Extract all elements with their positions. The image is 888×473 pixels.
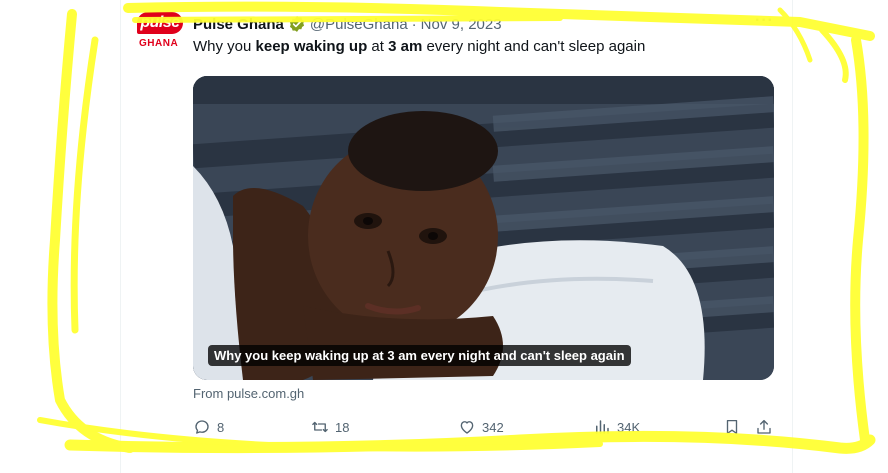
tweet-text-bold: keep waking up [255, 38, 368, 55]
verified-badge-icon [289, 16, 304, 32]
share-icon [757, 419, 771, 434]
action-bar: 8 18 342 34K [193, 418, 778, 440]
handle[interactable]: @PulseGhana [310, 16, 408, 33]
like-button[interactable]: 342 [458, 418, 504, 436]
views-chart-icon [596, 420, 609, 434]
tweet-text-part: every night and can't sleep again [422, 38, 646, 55]
views-count: 34K [617, 419, 641, 435]
repost-count: 18 [335, 419, 350, 435]
avatar[interactable]: pulse GHANA [137, 12, 185, 54]
repost-icon [312, 421, 328, 433]
tweet-text-bold: 3 am [388, 38, 423, 55]
bookmark-icon [726, 419, 738, 435]
woman-lying-in-bed-photo [193, 76, 774, 380]
card-border-left [120, 0, 121, 473]
heart-icon [460, 421, 474, 434]
tweet-screenshot: pulse GHANA Pulse Ghana @PulseGhana · No… [0, 0, 888, 473]
media-caption: Why you keep waking up at 3 am every nig… [208, 345, 631, 366]
tweet-text-part: Why you [193, 38, 256, 55]
display-name[interactable]: Pulse Ghana [193, 16, 284, 33]
tweet-header: Pulse Ghana @PulseGhana · Nov 9, 2023 [193, 13, 502, 35]
tweet-text: Why you keep waking up at 3 am every nig… [193, 38, 645, 55]
reply-icon [195, 420, 209, 434]
tweet-text-part: at [367, 38, 389, 55]
share-button[interactable] [755, 418, 779, 436]
separator-dot: · [411, 15, 417, 33]
card-border-right [792, 0, 793, 473]
avatar-logo-pulse: pulse [137, 12, 183, 34]
link-card-image[interactable] [193, 76, 774, 380]
reply-count: 8 [217, 419, 225, 435]
repost-button[interactable]: 18 [311, 418, 349, 436]
views-button[interactable]: 34K [593, 418, 640, 436]
tweet-date[interactable]: Nov 9, 2023 [421, 16, 502, 33]
link-source[interactable]: From pulse.com.gh [193, 386, 304, 401]
more-options-icon[interactable]: ··· [755, 12, 774, 30]
reply-button[interactable]: 8 [193, 418, 224, 436]
like-count: 342 [482, 419, 504, 435]
avatar-logo-ghana: GHANA [139, 38, 179, 49]
bookmark-button[interactable] [723, 418, 747, 436]
